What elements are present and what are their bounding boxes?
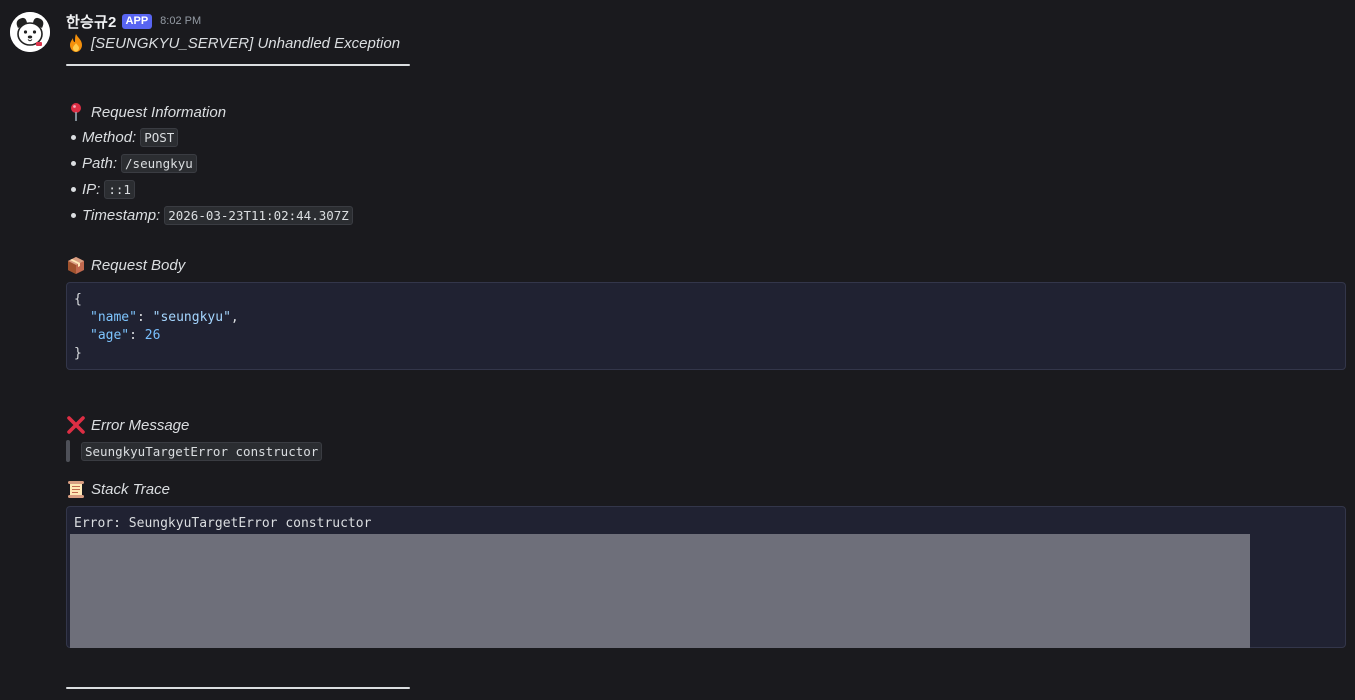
- error-message-quote: SeungkyuTargetError constructor: [66, 440, 1348, 462]
- fire-icon: [66, 33, 86, 53]
- error-message-value[interactable]: SeungkyuTargetError constructor: [81, 441, 323, 461]
- message-title: [SEUNGKYU_SERVER] Unhandled Exception: [66, 32, 1348, 54]
- json-key: "age": [90, 328, 130, 343]
- ip-value[interactable]: ::1: [104, 179, 135, 199]
- chat-message: 한승규2 APP 8:02 PM [SEUNGKYU_SERVER] Unhan…: [0, 0, 1355, 700]
- list-item: Method: POST: [71, 124, 1348, 150]
- separator-top: [66, 55, 1348, 75]
- timestamp-label: Timestamp:: [82, 206, 161, 224]
- pushpin-icon: [66, 102, 86, 122]
- request-body-heading: Request Body: [66, 254, 1348, 276]
- json-value: "seungkyu": [152, 310, 231, 325]
- cross-mark-icon: [66, 415, 86, 435]
- json-value: 26: [144, 328, 161, 343]
- list-item: Path: /seungkyu: [71, 150, 1348, 176]
- redacted-area: [70, 534, 1250, 648]
- method-value[interactable]: POST: [140, 127, 179, 147]
- ip-label: IP:: [82, 180, 101, 198]
- request-body-code[interactable]: { "name": "seungkyu", "age": 26 }: [66, 282, 1346, 370]
- stack-trace-first-line: Error: SeungkyuTargetError constructor: [74, 516, 372, 531]
- message-timestamp[interactable]: 8:02 PM: [160, 15, 201, 27]
- error-message-heading: Error Message: [66, 414, 1348, 436]
- path-value[interactable]: /seungkyu: [121, 153, 197, 173]
- title-text: [SEUNGKYU_SERVER] Unhandled Exception: [91, 34, 401, 52]
- list-item: IP: ::1: [71, 176, 1348, 202]
- request-info-list: Method: POST Path: /seungkyu IP: ::1 Tim…: [66, 124, 1348, 228]
- app-badge: APP: [121, 13, 153, 29]
- json-field-name: "name": "seungkyu",: [90, 310, 239, 325]
- stack-trace-code[interactable]: Error: SeungkyuTargetError constructor: [66, 506, 1346, 648]
- avatar[interactable]: [10, 12, 50, 52]
- request-info-heading: Request Information: [66, 101, 1348, 123]
- json-open-brace: {: [74, 292, 82, 307]
- json-field-age: "age": 26: [90, 328, 161, 343]
- json-key: "name": [90, 310, 137, 325]
- timestamp-value[interactable]: 2026-03-23T11:02:44.307Z: [164, 205, 353, 225]
- message-content: 한승규2 APP 8:02 PM [SEUNGKYU_SERVER] Unhan…: [66, 10, 1348, 698]
- path-label: Path:: [82, 154, 118, 172]
- package-icon: [66, 255, 86, 275]
- list-item: Timestamp: 2026-03-23T11:02:44.307Z: [71, 202, 1348, 228]
- scroll-icon: [66, 479, 86, 499]
- quote-bar: [66, 440, 70, 462]
- request-info-title: Request Information: [91, 103, 227, 121]
- request-body-title: Request Body: [91, 256, 186, 274]
- separator-bottom: [66, 678, 1348, 698]
- username[interactable]: 한승규2: [66, 11, 117, 32]
- error-message-title: Error Message: [91, 416, 190, 434]
- stack-trace-heading: Stack Trace: [66, 478, 1348, 500]
- message-header: 한승규2 APP 8:02 PM: [66, 10, 1348, 32]
- json-comma: ,: [230, 310, 239, 325]
- dog-avatar-icon: [10, 12, 50, 52]
- stack-trace-title: Stack Trace: [91, 480, 170, 498]
- method-label: Method:: [82, 128, 137, 146]
- json-close-brace: }: [74, 346, 82, 361]
